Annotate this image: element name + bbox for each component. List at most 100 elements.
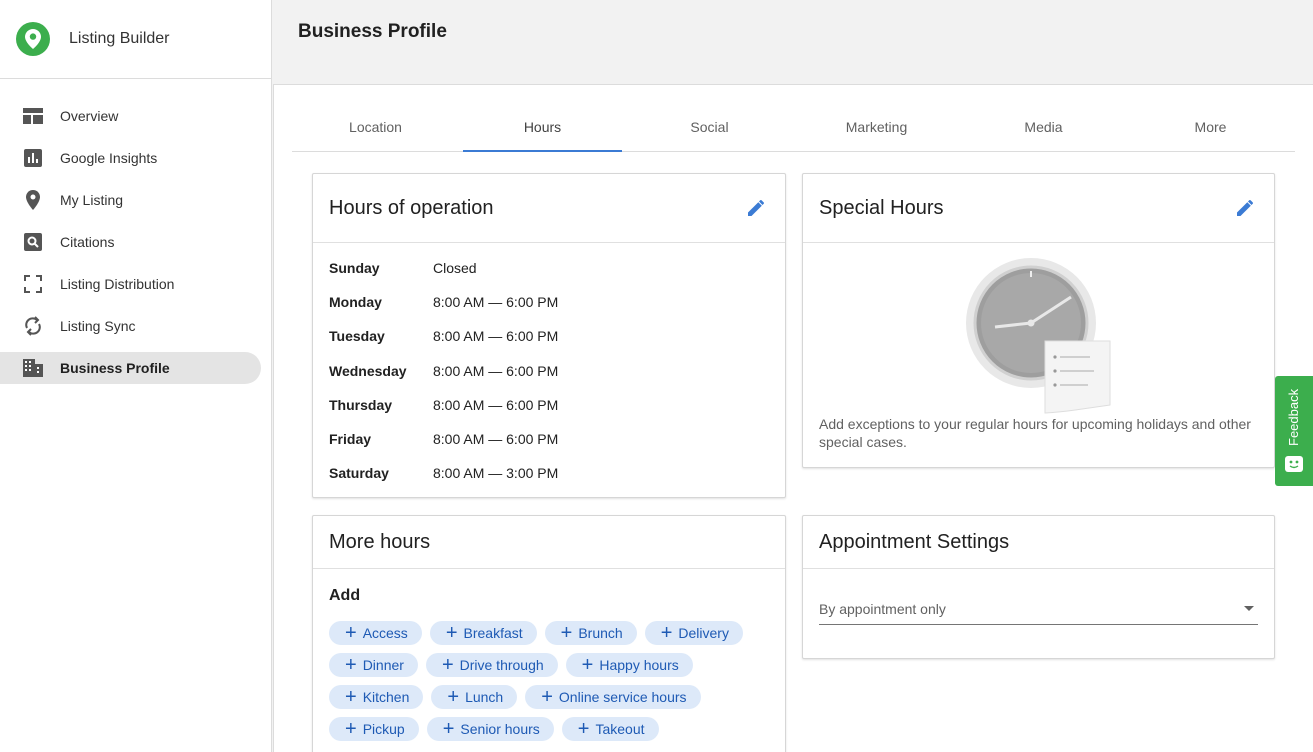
sidebar-item-overview[interactable]: Overview	[0, 100, 261, 132]
sidebar-item-label: My Listing	[60, 192, 124, 208]
tab-social[interactable]: Social	[626, 107, 793, 151]
sidebar: Listing Builder Overview Google Insights…	[0, 0, 272, 752]
plus-icon: +	[445, 622, 458, 644]
smiley-chat-icon	[1285, 456, 1303, 472]
more-hours-card: More hours Add + Access + Breakfast + Brunc…	[312, 515, 786, 752]
hours-row: Friday 8:00 AM — 6:00 PM	[329, 431, 769, 465]
sidebar-item-business-profile[interactable]: Business Profile	[0, 352, 261, 384]
tab-bar: Location Hours Social Marketing Media Mo…	[292, 107, 1295, 152]
sidebar-item-listing-sync[interactable]: Listing Sync	[0, 310, 261, 342]
card-title: Special Hours	[819, 196, 944, 219]
hours-row: Thursday 8:00 AM — 6:00 PM	[329, 397, 769, 431]
card-title: Appointment Settings	[819, 530, 1010, 553]
chip-label: Breakfast	[463, 625, 523, 641]
sync-icon	[23, 316, 43, 336]
main-panel: Location Hours Social Marketing Media Mo…	[273, 84, 1313, 752]
app-title: Listing Builder	[69, 30, 170, 47]
plus-icon: +	[345, 654, 357, 676]
tab-media[interactable]: Media	[960, 107, 1127, 151]
add-takeout-chip[interactable]: + Takeout	[561, 717, 659, 741]
feedback-button[interactable]: Feedback	[1275, 376, 1313, 486]
sidebar-item-label: Google Insights	[60, 150, 158, 166]
tab-marketing[interactable]: Marketing	[793, 107, 960, 151]
add-access-chip[interactable]: + Access	[329, 621, 422, 645]
plus-icon: +	[577, 718, 590, 740]
tab-hours[interactable]: Hours	[459, 107, 626, 152]
sidebar-item-label: Listing Distribution	[60, 276, 175, 292]
chip-label: Senior hours	[460, 721, 540, 737]
appointment-settings-card: Appointment Settings By appointment only	[802, 515, 1275, 659]
chip-label: Delivery	[678, 625, 729, 641]
card-title: More hours	[329, 530, 431, 553]
chip-label: Lunch	[465, 689, 504, 705]
chip-label: Kitchen	[362, 689, 410, 705]
day-label: Tuesday	[329, 328, 385, 345]
edit-hours-button[interactable]	[743, 195, 769, 221]
plus-icon: +	[441, 654, 454, 676]
chip-label: Access	[362, 625, 408, 641]
add-online-service-hours-chip[interactable]: + Online service hours	[525, 685, 701, 709]
sidebar-item-citations[interactable]: Citations	[0, 226, 261, 258]
day-label: Friday	[329, 430, 372, 447]
map-pin-icon[interactable]	[16, 22, 50, 56]
sidebar-item-label: Citations	[60, 234, 115, 250]
hours-value: 8:00 AM — 6:00 PM	[433, 362, 559, 379]
card-title: Hours of operation	[329, 196, 494, 219]
sidebar-item-google-insights[interactable]: Google Insights	[0, 142, 261, 174]
hours-value: 8:00 AM — 6:00 PM	[433, 294, 559, 311]
plus-icon: +	[345, 686, 357, 708]
building-icon	[23, 358, 43, 378]
add-kitchen-chip[interactable]: + Kitchen	[329, 685, 424, 709]
location-pin-icon	[23, 190, 43, 210]
hours-row: Sunday Closed	[329, 260, 769, 294]
dropdown-arrow-icon	[1244, 606, 1254, 611]
chip-label: Drive through	[459, 657, 544, 673]
card-header: Appointment Settings	[803, 516, 1274, 569]
sidebar-item-my-listing[interactable]: My Listing	[0, 184, 261, 216]
sidebar-item-listing-distribution[interactable]: Listing Distribution	[0, 268, 261, 300]
plus-icon: +	[581, 654, 594, 676]
special-hours-body: Add exceptions to your regular hours for…	[803, 243, 1274, 467]
chip-label: Dinner	[362, 657, 404, 673]
add-lunch-chip[interactable]: + Lunch	[431, 685, 518, 709]
page-header: Business Profile	[272, 0, 1313, 63]
card-header: More hours	[313, 516, 785, 569]
hours-value: 8:00 AM — 6:00 PM	[433, 396, 559, 413]
feedback-label: Feedback	[1286, 388, 1301, 446]
day-label: Saturday	[329, 465, 389, 482]
dashboard-icon	[23, 106, 43, 126]
tab-location[interactable]: Location	[292, 107, 459, 151]
hours-value: 8:00 AM — 3:00 PM	[433, 465, 559, 482]
appointment-body: By appointment only	[803, 569, 1274, 625]
add-brunch-chip[interactable]: + Brunch	[544, 621, 637, 645]
edit-special-hours-button[interactable]	[1232, 195, 1258, 221]
add-happy-hours-chip[interactable]: + Happy hours	[565, 653, 693, 677]
hours-row: Monday 8:00 AM — 6:00 PM	[329, 294, 769, 328]
brand-header: Listing Builder	[0, 0, 271, 79]
add-dinner-chip[interactable]: + Dinner	[329, 653, 418, 677]
add-breakfast-chip[interactable]: + Breakfast	[429, 621, 537, 645]
add-senior-hours-chip[interactable]: + Senior hours	[426, 717, 554, 741]
add-drive-through-chip[interactable]: + Drive through	[425, 653, 558, 677]
add-label: Add	[329, 587, 361, 604]
add-delivery-chip[interactable]: + Delivery	[644, 621, 743, 645]
plus-icon: +	[442, 718, 455, 740]
sidebar-item-label: Listing Sync	[60, 318, 136, 334]
chip-label: Pickup	[362, 721, 405, 737]
day-label: Sunday	[329, 260, 380, 276]
select-value: By appointment only	[819, 601, 946, 617]
more-hours-body: Add + Access + Breakfast + Brunch + Delivery…	[313, 569, 785, 752]
plus-icon: +	[560, 622, 573, 644]
hours-row: Tuesday 8:00 AM — 6:00 PM	[329, 328, 769, 362]
plus-icon: +	[541, 686, 553, 708]
chip-label: Happy hours	[599, 657, 679, 673]
appointment-select[interactable]: By appointment only	[819, 601, 1258, 625]
plus-icon: +	[660, 622, 673, 644]
sidebar-item-label: Business Profile	[60, 360, 170, 376]
clock-calendar-illustration	[966, 258, 1111, 414]
page-title: Business Profile	[298, 20, 447, 42]
hours-row: Saturday 8:00 AM — 3:00 PM	[329, 465, 769, 499]
tab-more[interactable]: More	[1127, 107, 1294, 151]
hours-of-operation-card: Hours of operation Sunday Closed Monday 8:…	[312, 173, 786, 498]
add-pickup-chip[interactable]: + Pickup	[329, 717, 419, 741]
